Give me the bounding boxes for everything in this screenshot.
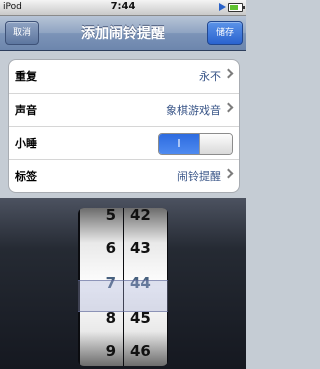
label-label: 标签 [15, 170, 37, 183]
time-picker-area: 5 6 7 8 9 42 43 44 45 46 [0, 198, 246, 369]
chevron-right-icon [223, 168, 234, 179]
hour-option[interactable]: 5 [80, 208, 116, 224]
label-row[interactable]: 标签 闹铃提醒 [9, 159, 239, 192]
selection-indicator [78, 280, 168, 312]
clock: 7:44 [110, 1, 136, 12]
snooze-row: 小睡 I [9, 126, 239, 159]
chevron-right-icon [223, 102, 234, 113]
play-icon [219, 3, 226, 11]
hour-option[interactable]: 9 [80, 342, 116, 360]
cancel-button[interactable]: 取消 [5, 21, 39, 45]
repeat-value: 永不 [199, 70, 221, 83]
alarm-settings-group: 重复 永不 声音 象棋游戏音 小睡 I 标签 闹铃提醒 [8, 59, 240, 193]
time-picker: 5 6 7 8 9 42 43 44 45 46 [78, 208, 168, 366]
save-button[interactable]: 储存 [207, 21, 243, 45]
minute-option[interactable]: 43 [130, 239, 167, 257]
toggle-on-indicator: I [159, 134, 199, 154]
minute-option[interactable]: 42 [130, 208, 167, 224]
navigation-bar: 取消 添加闹铃提醒 储存 [0, 16, 246, 51]
sound-row[interactable]: 声音 象棋游戏音 [9, 93, 239, 126]
snooze-toggle[interactable]: I [158, 133, 233, 155]
battery-icon [228, 3, 245, 12]
minute-option[interactable]: 46 [130, 342, 167, 360]
sound-label: 声音 [15, 104, 37, 117]
snooze-label: 小睡 [15, 137, 37, 150]
repeat-label: 重复 [15, 70, 37, 83]
hour-option[interactable]: 6 [80, 239, 116, 257]
status-bar: iPod 7:44 [0, 0, 246, 16]
label-value: 闹铃提醒 [177, 170, 221, 183]
page-title: 添加闹铃提醒 [81, 26, 165, 42]
sound-value: 象棋游戏音 [166, 104, 221, 117]
chevron-right-icon [223, 68, 234, 79]
repeat-row[interactable]: 重复 永不 [9, 60, 239, 92]
toggle-knob[interactable] [199, 134, 232, 154]
